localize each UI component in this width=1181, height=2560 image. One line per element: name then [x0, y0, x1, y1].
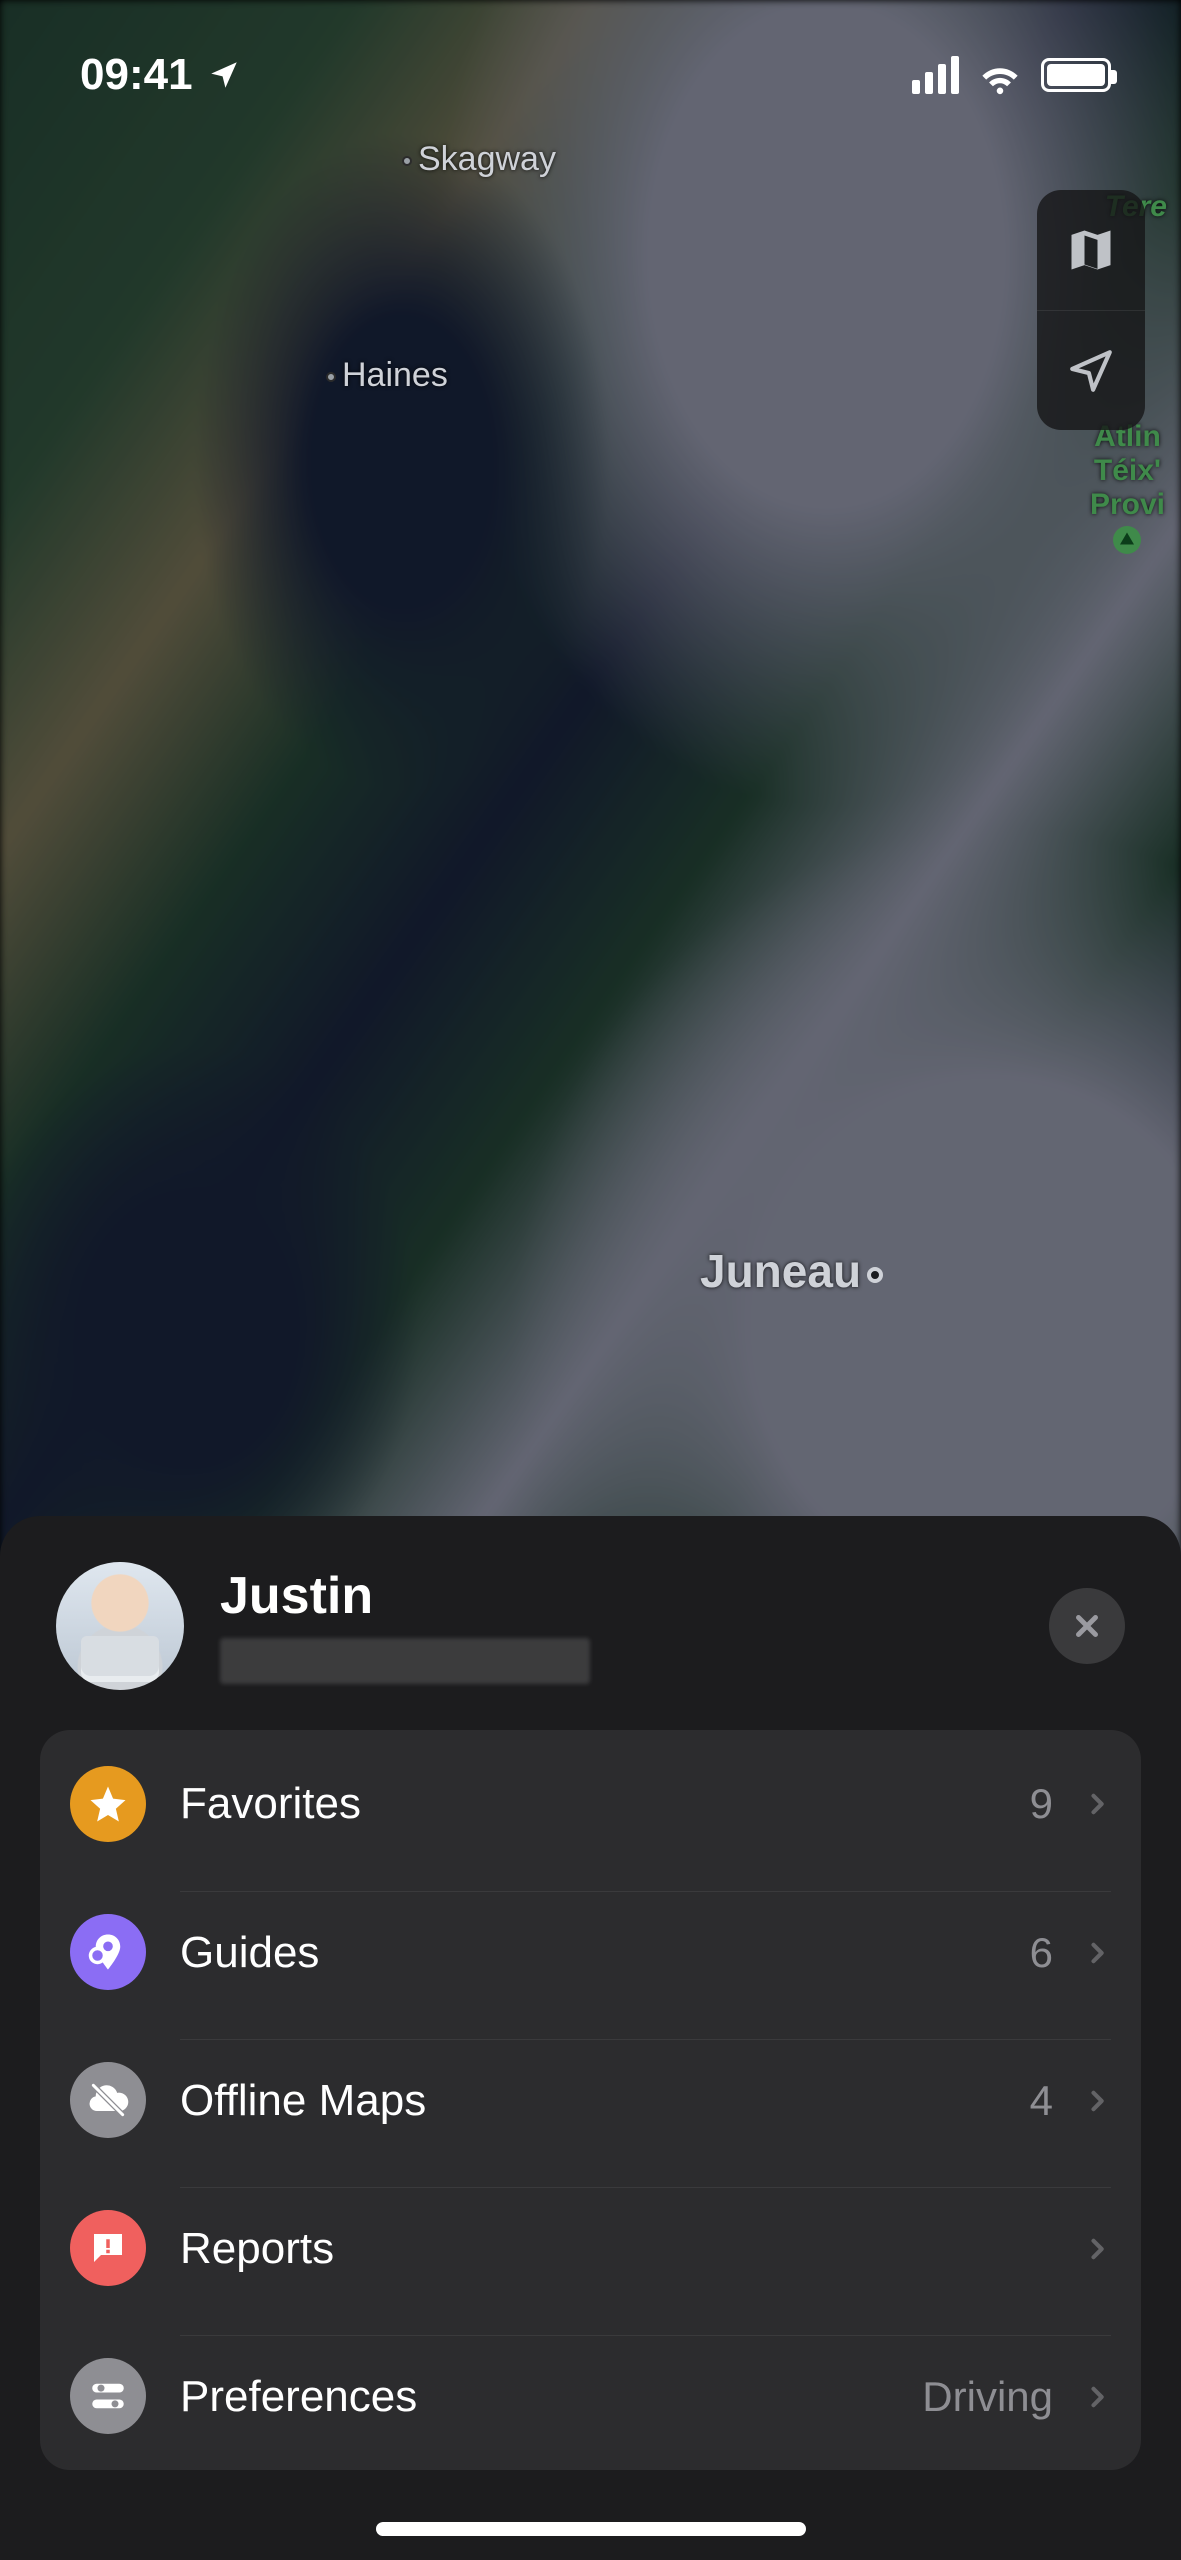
profile-sheet: Justin Favorites 9 Guides 6	[0, 1516, 1181, 2560]
locate-me-button[interactable]	[1037, 310, 1145, 430]
preferences-icon	[70, 2358, 146, 2434]
menu-item-value: 6	[1030, 1929, 1053, 1977]
location-arrow-icon	[207, 58, 241, 92]
report-icon	[70, 2210, 146, 2286]
profile-name: Justin	[220, 1568, 1013, 1625]
profile-menu: Favorites 9 Guides 6 Offline Maps 4	[40, 1730, 1141, 2470]
map-mode-button[interactable]	[1037, 190, 1145, 310]
status-time: 09:41	[80, 50, 193, 100]
map-controls	[1037, 190, 1145, 430]
star-icon	[70, 1766, 146, 1842]
menu-item-preferences[interactable]: Preferences Driving	[40, 2322, 1141, 2470]
map-label-juneau: Juneau	[700, 1244, 889, 1298]
menu-item-favorites[interactable]: Favorites 9	[40, 1730, 1141, 1878]
menu-item-reports[interactable]: Reports	[40, 2174, 1141, 2322]
profile-email-redacted	[220, 1638, 590, 1684]
map-label-haines: Haines	[320, 356, 448, 395]
menu-item-label: Reports	[180, 2224, 1029, 2274]
chevron-right-icon	[1083, 1931, 1111, 1975]
chevron-right-icon	[1083, 1782, 1111, 1826]
menu-item-label: Guides	[180, 1928, 1006, 1978]
chevron-right-icon	[1083, 2079, 1111, 2123]
map-icon	[1065, 224, 1117, 276]
menu-item-guides[interactable]: Guides 6	[40, 1878, 1141, 2026]
menu-item-value: Driving	[922, 2373, 1053, 2421]
tree-icon	[1113, 526, 1141, 554]
menu-item-value: 4	[1030, 2077, 1053, 2125]
profile-header: Justin	[40, 1562, 1141, 1730]
status-bar: 09:41	[0, 0, 1181, 150]
menu-item-label: Offline Maps	[180, 2076, 1006, 2126]
menu-item-label: Favorites	[180, 1779, 1006, 1829]
battery-icon	[1041, 58, 1111, 92]
close-icon	[1070, 1609, 1104, 1643]
wifi-icon	[977, 52, 1023, 98]
guides-icon	[70, 1914, 146, 1990]
cloud-off-icon	[70, 2062, 146, 2138]
home-indicator	[376, 2522, 806, 2536]
map-label-atlin-park: Atlin Téix' Provi	[1090, 420, 1165, 554]
chevron-right-icon	[1083, 2375, 1111, 2419]
location-arrow-icon	[1066, 346, 1116, 396]
menu-item-label: Preferences	[180, 2372, 898, 2422]
cellular-signal-icon	[912, 56, 959, 94]
menu-item-value: 9	[1030, 1780, 1053, 1828]
close-button[interactable]	[1049, 1588, 1125, 1664]
chevron-right-icon	[1083, 2227, 1111, 2271]
avatar[interactable]	[56, 1562, 184, 1690]
menu-item-offline-maps[interactable]: Offline Maps 4	[40, 2026, 1141, 2174]
